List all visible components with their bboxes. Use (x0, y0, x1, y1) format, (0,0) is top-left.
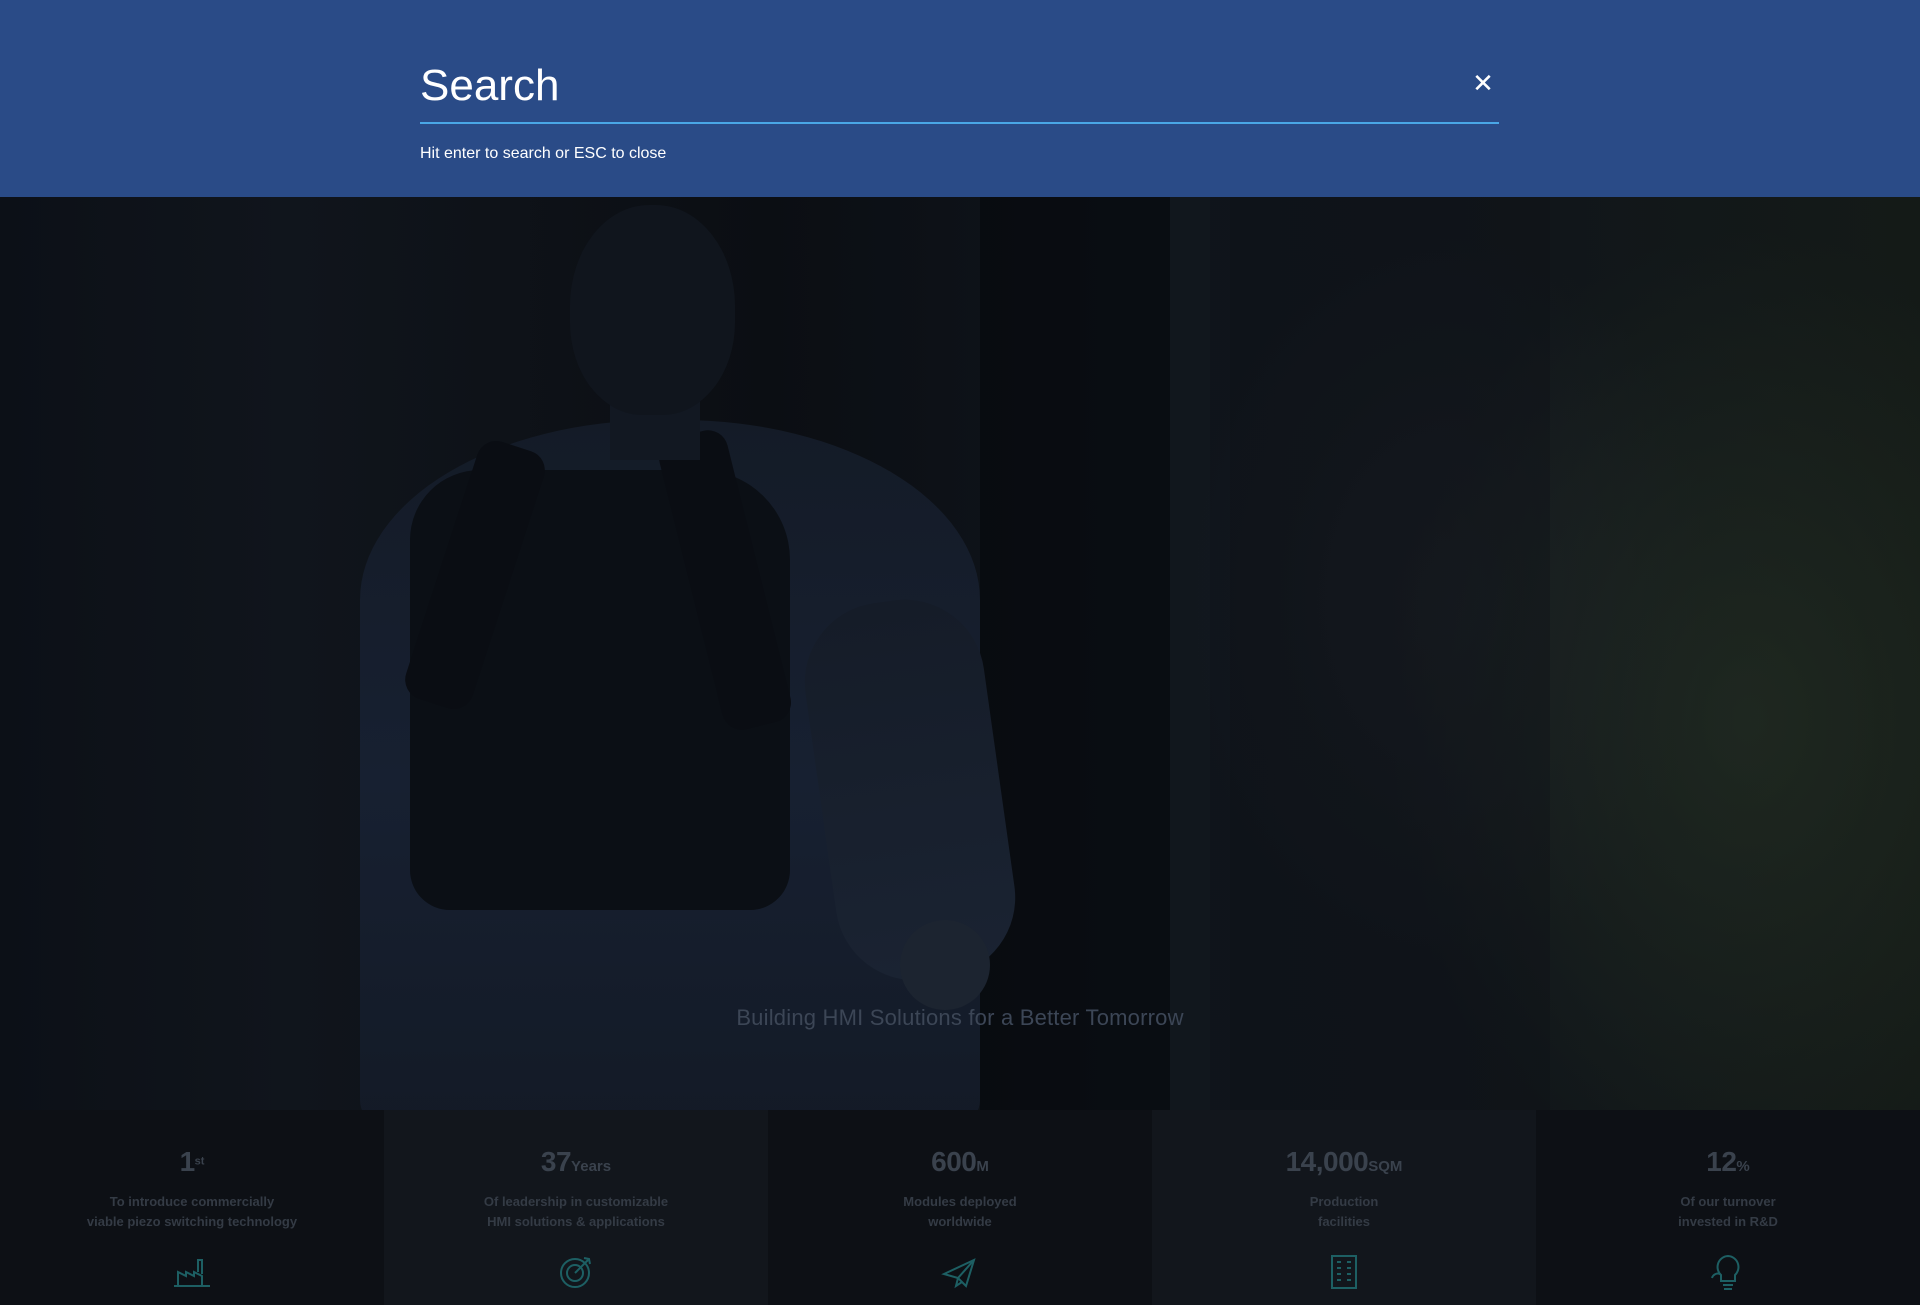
stat-unit: SQM (1368, 1158, 1403, 1175)
stat-number: 1 (179, 1146, 196, 1177)
target-icon (556, 1252, 596, 1292)
stat-facilities: 14,000SQM Production facilities (1152, 1110, 1536, 1305)
stat-first-piezo: 1st To introduce commercially viable pie… (0, 1110, 384, 1305)
background-pillar (1170, 195, 1210, 1110)
stat-description: Of leadership in customizable HMI soluti… (483, 1194, 669, 1229)
stat-number: 37 (540, 1146, 572, 1177)
search-field (420, 48, 1499, 124)
stat-years: 37Years Of leadership in customizable HM… (384, 1110, 768, 1305)
stat-description: Production facilities (1309, 1194, 1379, 1229)
search-overlay: ✕ Hit enter to search or ESC to close (0, 0, 1920, 197)
stats-bar: 1st To introduce commercially viable pie… (0, 1110, 1920, 1305)
search-input[interactable] (420, 56, 1380, 116)
stat-description: To introduce commercially viable piezo s… (86, 1194, 298, 1229)
background-pillar (980, 195, 1170, 1110)
lightbulb-icon (1708, 1252, 1748, 1292)
stat-number: 600 (931, 1146, 977, 1177)
stat-modules: 600M Modules deployed worldwide (768, 1110, 1152, 1305)
stat-description: Modules deployed worldwide (903, 1194, 1017, 1229)
stat-unit: Years (571, 1158, 612, 1175)
close-icon[interactable]: ✕ (1468, 68, 1498, 98)
stat-number: 14,000 (1285, 1146, 1369, 1177)
hero-tagline: Building HMI Solutions for a Better Tomo… (736, 1005, 1184, 1030)
hero-person-head (570, 205, 735, 415)
search-hint: Hit enter to search or ESC to close (420, 145, 667, 162)
stat-unit: M (976, 1158, 989, 1175)
page: Building HMI Solutions for a Better Tomo… (0, 0, 1920, 1305)
stat-unit: % (1736, 1158, 1750, 1175)
hero-person-hand (900, 920, 990, 1010)
stat-rnd: 12% Of our turnover invested in R&D (1536, 1110, 1920, 1305)
building-icon (1324, 1252, 1364, 1292)
stat-number: 12 (1706, 1146, 1737, 1177)
paper-plane-icon (940, 1252, 980, 1292)
stat-unit: st (194, 1155, 205, 1168)
background-pillar (1230, 195, 1550, 1110)
factory-icon (172, 1252, 212, 1292)
stat-description: Of our turnover invested in R&D (1678, 1194, 1778, 1229)
